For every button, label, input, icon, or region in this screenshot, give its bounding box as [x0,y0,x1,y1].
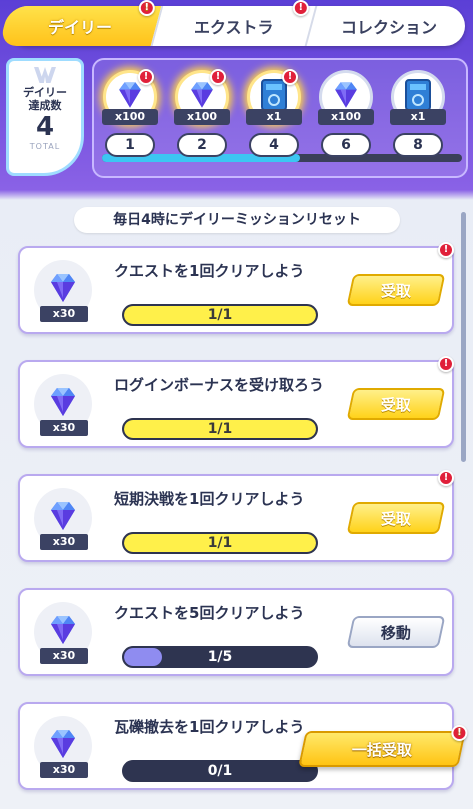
bulk-claim-button[interactable]: 一括受取 ! [298,725,468,767]
tab-daily[interactable]: デイリー ! [0,0,164,46]
reward-track: x100 ! 1 x100 ! 2 x1 ! 4 x100 6 x1 8 [92,58,468,178]
reward-item: x100 ! [174,69,230,125]
reward-qty: x100 [102,109,158,125]
bulk-claim-label: 一括受取 [351,740,412,759]
mission-progress-text: 1/1 [207,421,233,437]
tab-extra-label: エクストラ [194,18,275,37]
reward-item: x100 ! [102,69,158,125]
tab-collection[interactable]: コレクション [307,6,470,46]
tab-bar: デイリー ! エクストラ ! コレクション [0,0,465,46]
reward-step: 4 [249,133,299,157]
tab-extra[interactable]: エクストラ ! [152,0,319,46]
mission-progress-bar: 1/1 [122,418,318,440]
tab-daily-label: デイリー [48,18,113,37]
mission-progress-bar: 0/1 [122,760,318,782]
go-button[interactable]: 移動 [346,616,446,648]
mission-progress-bar: 1/5 [122,646,318,668]
mission-title: クエストを5回クリアしよう [114,604,305,622]
reward-qty: x100 [174,109,230,125]
action-label: 受取 [380,509,411,528]
reward-step: 2 [177,133,227,157]
reward-milestone[interactable]: x100 ! 1 [102,69,158,157]
mission-progress-text: 1/1 [207,535,233,551]
reward-qty: x30 [40,420,88,436]
mission-progress-bar: 1/1 [122,304,318,326]
reward-qty: x30 [40,306,88,322]
reward-item: x100 [318,70,374,125]
reward-qty: x30 [40,534,88,550]
action-label: 移動 [380,623,411,642]
mission-title: 短期決戦を1回クリアしよう [114,490,305,508]
reward-milestone[interactable]: x1 ! 4 [246,69,302,157]
streak-count: 4 [35,112,55,142]
reward-qty: x30 [40,762,88,778]
reward-item: x1 ! [246,69,302,125]
mission-progress-text: 1/5 [207,649,233,665]
reward-milestone[interactable]: x1 8 [390,70,446,157]
alert-badge-icon: ! [438,242,454,258]
mission-card: x30 短期決戦を1回クリアしよう 1/1 受取 ! [18,470,454,562]
scrollbar[interactable] [461,212,466,462]
reward-milestone[interactable]: x100 ! 2 [174,69,230,157]
streak-label: デイリー 達成数 [9,86,81,112]
reset-notice: 毎日4時にデイリーミッションリセット [74,207,400,233]
alert-badge-icon: ! [139,0,156,16]
alert-badge-icon: ! [293,0,310,16]
claim-button[interactable]: 受取 [346,274,446,306]
daily-streak-badge: デイリー 達成数 4 TOTAL [6,58,84,176]
reward-step: 1 [105,133,155,157]
mission-card: x30 クエストを5回クリアしよう 1/5 移動 [18,588,454,676]
tab-collection-label: コレクション [340,18,437,37]
action-label: 受取 [380,281,411,300]
reward-step: 6 [321,133,371,157]
mission-progress-bar: 1/1 [122,532,318,554]
mission-progress-text: 0/1 [207,763,233,779]
mission-card: x30 クエストを1回クリアしよう 1/1 受取 ! [18,242,454,334]
claim-button[interactable]: 受取 [346,502,446,534]
reward-qty: x1 [390,109,446,125]
alert-badge-icon: ! [282,69,298,85]
mission-title: 瓦礫撤去を1回クリアしよう [114,718,305,736]
streak-label-line2: 達成数 [28,99,62,112]
alert-badge-icon: ! [438,356,454,372]
reward-milestone[interactable]: x100 6 [318,70,374,157]
reward-qty: x100 [318,109,374,125]
reward-item: x1 [390,70,446,125]
mission-progress-text: 1/1 [207,307,233,323]
reward-qty: x1 [246,109,302,125]
alert-badge-icon: ! [451,725,468,741]
alert-badge-icon: ! [438,470,454,486]
alert-badge-icon: ! [210,69,226,85]
streak-total-label: TOTAL [29,142,61,151]
action-label: 受取 [380,395,411,414]
mission-title: クエストを1回クリアしよう [114,262,305,280]
claim-button[interactable]: 受取 [346,388,446,420]
streak-label-line1: デイリー [23,86,67,99]
reward-qty: x30 [40,648,88,664]
w-logo-icon [34,67,56,83]
mission-card: x30 ログインボーナスを受け取ろう 1/1 受取 ! [18,356,454,448]
reward-step: 8 [393,133,443,157]
mission-title: ログインボーナスを受け取ろう [114,376,325,394]
alert-badge-icon: ! [138,69,154,85]
